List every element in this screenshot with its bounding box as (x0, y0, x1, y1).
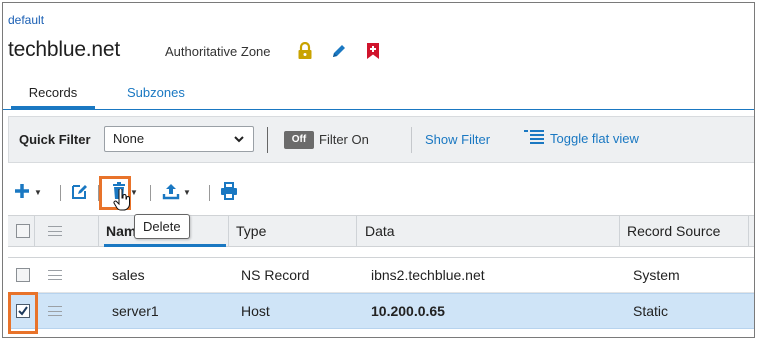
quick-filter-label: Quick Filter (19, 132, 91, 147)
cell-data: 10.200.0.65 (371, 303, 445, 319)
zone-records-panel: default techblue.net Authoritative Zone … (2, 2, 755, 338)
edit-button[interactable] (71, 181, 89, 203)
caret-down-icon: ▼ (34, 187, 42, 197)
cell-record-source: Static (633, 303, 669, 319)
select-all-checkbox[interactable] (16, 216, 30, 246)
plus-icon (13, 182, 31, 203)
column-header-data[interactable]: Data (365, 216, 395, 246)
divider (411, 127, 412, 153)
caret-down-icon: ▼ (183, 187, 191, 197)
table-row[interactable]: server1 Host 10.200.0.65 Static (8, 293, 754, 329)
caret-down-icon: ▼ (130, 187, 138, 197)
print-button[interactable] (220, 181, 238, 203)
edit-pencil-icon[interactable] (329, 41, 349, 61)
tabs-divider (3, 109, 754, 110)
drag-handle-icon[interactable] (48, 294, 62, 328)
cell-record-source: System (633, 267, 680, 283)
row-checkbox[interactable] (16, 258, 30, 292)
filter-on-label: Filter On (319, 132, 369, 147)
bookmark-add-icon[interactable] (363, 41, 383, 61)
drag-handle-icon[interactable] (48, 258, 62, 292)
table-header: Name Type Data Record Source (8, 215, 754, 247)
cell-name: server1 (112, 303, 159, 319)
divider (150, 185, 151, 201)
cell-name: sales (112, 267, 145, 283)
table-row[interactable]: sales NS Record ibns2.techblue.net Syste… (8, 257, 754, 293)
list-indent-icon (524, 130, 544, 147)
sort-indicator (104, 244, 226, 247)
filter-bar: Quick Filter None Off Filter On Show Fil… (8, 116, 754, 163)
cell-type: Host (241, 303, 270, 319)
lock-icon (295, 41, 315, 61)
page-title: techblue.net (8, 38, 121, 61)
export-button[interactable]: ▼ (162, 181, 191, 203)
tab-subzones[interactable]: Subzones (115, 79, 197, 109)
upload-icon (162, 182, 180, 203)
column-header-record-source[interactable]: Record Source (627, 216, 720, 246)
cell-type: NS Record (241, 267, 310, 283)
tab-records[interactable]: Records (11, 79, 95, 109)
toggle-flat-view-button[interactable]: Toggle flat view (524, 130, 639, 147)
records-toolbar: ▼ ▼ ▼ (8, 177, 408, 207)
filter-off-toggle[interactable]: Off (284, 131, 314, 149)
printer-icon (220, 181, 238, 203)
drag-handle-icon (48, 216, 62, 246)
row-checkbox-highlight (8, 292, 38, 334)
cell-data: ibns2.techblue.net (371, 267, 485, 283)
chevron-down-icon (233, 129, 245, 157)
quick-filter-select[interactable]: None (104, 126, 254, 152)
toggle-flat-view-label: Toggle flat view (550, 131, 639, 146)
hand-cursor-icon (113, 188, 131, 214)
divider (209, 185, 210, 201)
show-filter-link[interactable]: Show Filter (425, 132, 490, 147)
zone-type-label: Authoritative Zone (165, 44, 271, 59)
divider (267, 127, 268, 153)
delete-tooltip: Delete (134, 214, 190, 239)
edit-square-icon (71, 182, 89, 203)
quick-filter-value: None (113, 131, 145, 146)
breadcrumb-default[interactable]: default (8, 13, 44, 27)
column-header-type[interactable]: Type (236, 216, 266, 246)
divider (60, 185, 61, 201)
add-button[interactable]: ▼ (13, 181, 42, 203)
